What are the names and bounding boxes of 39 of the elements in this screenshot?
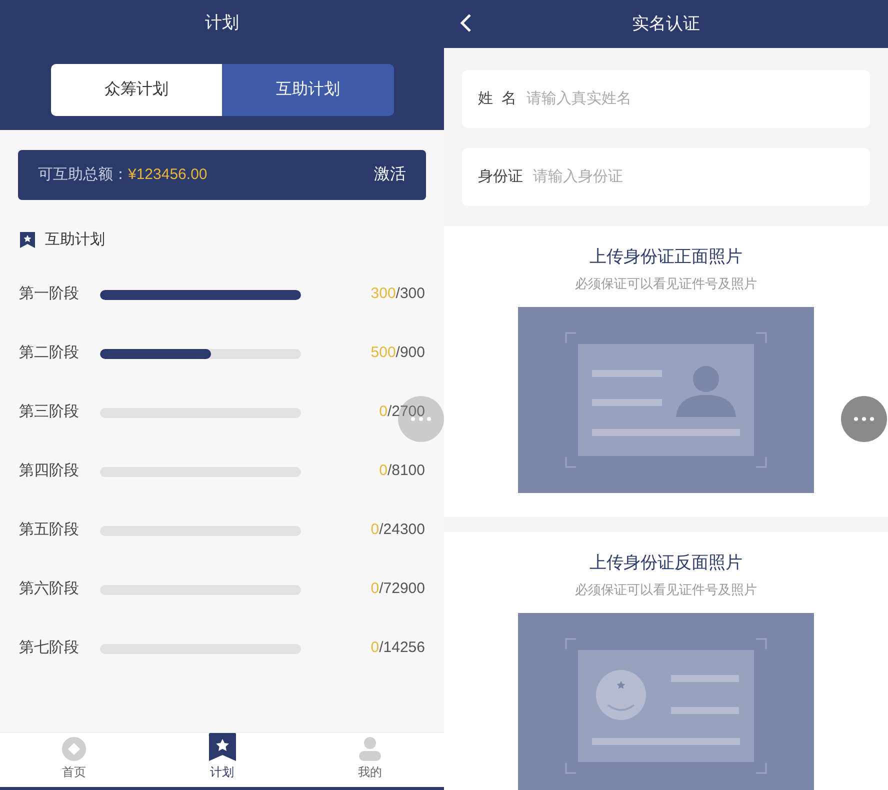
home-icon [62, 737, 86, 761]
input-field[interactable]: 姓 名 请输入真实姓名 [462, 70, 870, 128]
person-icon [359, 737, 381, 761]
stage-value: 0/8100 [379, 461, 425, 482]
upload-hint: 必须保证可以看见证件号及照片 [575, 274, 757, 292]
stage-value: 300/300 [370, 284, 425, 304]
nav-tab[interactable]: 首页 [0, 733, 148, 787]
stage-label: 第一阶段 [19, 284, 80, 304]
back-icon[interactable] [460, 13, 472, 33]
nav-tab[interactable]: 计划 [148, 733, 296, 787]
stage-label: 第七阶段 [19, 638, 80, 658]
stage-value: 500/900 [370, 343, 425, 364]
balance-amount: ¥123456.00 [128, 164, 208, 185]
stage-label: 第二阶段 [19, 343, 80, 364]
section-title: 互助计划 [45, 230, 105, 250]
stage-label: 第四阶段 [19, 461, 80, 482]
stage-value: 0/14256 [370, 638, 425, 658]
balance-label: 可互助总额： [38, 164, 128, 185]
activate-link[interactable]: 激活 [374, 163, 406, 187]
stage-value: 0/2700 [379, 402, 425, 422]
tab[interactable]: 众筹计划 [50, 64, 222, 116]
field-label: 身份证 [478, 166, 523, 187]
nav-tab[interactable]: 我的 [296, 733, 444, 787]
input-field[interactable]: 身份证 请输入身份证 [462, 148, 870, 206]
upload-title: 上传身份证正面照片 [590, 246, 742, 268]
stage-label: 第六阶段 [19, 579, 80, 600]
screen-title: 计划 [205, 12, 239, 34]
text-input[interactable]: 请输入身份证 [533, 166, 854, 188]
field-label: 姓 名 [478, 88, 516, 109]
upload-hint: 必须保证可以看见证件号及照片 [575, 580, 757, 598]
bookmark-icon [20, 232, 35, 248]
tab[interactable]: 互助计划 [222, 64, 394, 116]
stage-value: 0/24300 [370, 520, 425, 540]
stage-label: 第三阶段 [19, 402, 80, 422]
stage-label: 第五阶段 [19, 520, 80, 540]
text-input[interactable]: 请输入真实姓名 [526, 88, 854, 110]
upload-title: 上传身份证反面照片 [590, 552, 742, 574]
screen-title: 实名认证 [632, 13, 700, 36]
stage-value: 0/72900 [370, 579, 425, 600]
